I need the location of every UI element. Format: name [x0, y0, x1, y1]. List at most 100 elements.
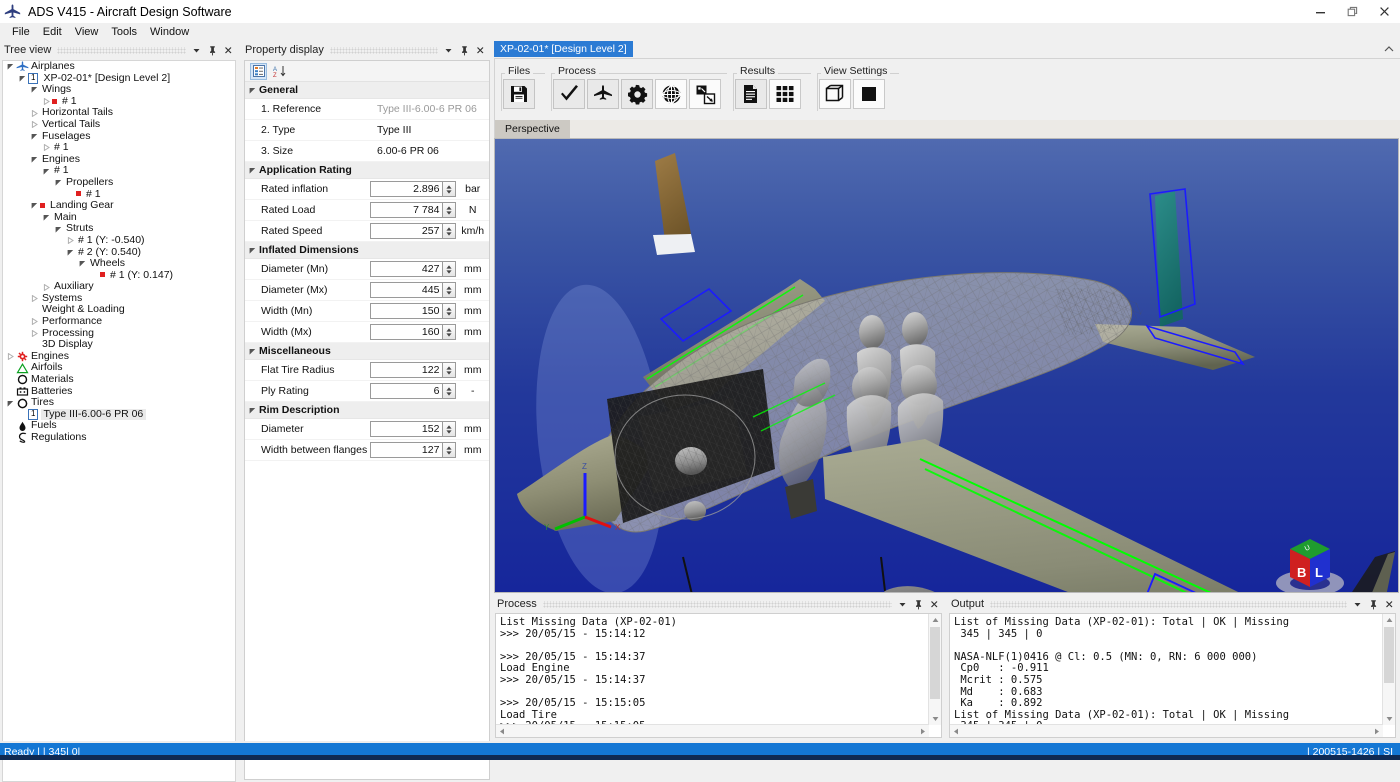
twisty-expanded-icon[interactable]	[31, 131, 40, 142]
twisty-expanded-icon[interactable]	[7, 398, 16, 409]
spinner-buttons[interactable]	[442, 443, 456, 457]
tree-node[interactable]: Engines	[3, 153, 235, 166]
minimize-button[interactable]	[1304, 0, 1336, 23]
twisty-collapsed-icon[interactable]	[43, 282, 52, 293]
property-group-header[interactable]: Inflated Dimensions	[245, 242, 489, 259]
property-spinner-input[interactable]: 122	[370, 362, 457, 378]
tree-node[interactable]: Auxiliary	[3, 281, 235, 293]
mesh-button[interactable]	[655, 79, 687, 109]
twisty-expanded-icon[interactable]	[67, 247, 76, 258]
tree-node[interactable]: Weight & Loading	[3, 304, 235, 316]
chevron-down-icon[interactable]	[192, 45, 201, 56]
property-group-header[interactable]: Miscellaneous	[245, 343, 489, 360]
spinner-buttons[interactable]	[442, 325, 456, 339]
report-button[interactable]	[735, 79, 767, 109]
close-icon[interactable]	[224, 45, 233, 56]
twisty-expanded-icon[interactable]	[7, 61, 16, 72]
tree-node[interactable]: # 1	[3, 95, 235, 108]
tree-node[interactable]: # 1 (Y: -0.540)	[3, 234, 235, 247]
twisty-expanded-icon[interactable]	[55, 224, 64, 235]
tree-node[interactable]: # 1	[3, 165, 235, 177]
close-icon[interactable]	[476, 45, 485, 56]
property-value[interactable]: 6.00-6 PR 06	[375, 145, 439, 157]
twisty-collapsed-icon[interactable]	[31, 328, 40, 339]
pin-icon[interactable]	[1369, 599, 1378, 610]
save-button[interactable]	[503, 79, 535, 109]
output-console[interactable]: List of Missing Data (XP-02-01): Total |…	[949, 613, 1396, 738]
document-tab[interactable]: XP-02-01* [Design Level 2]	[494, 41, 633, 57]
tree-node[interactable]: Fuselages	[3, 130, 235, 143]
property-spinner-input[interactable]: 6	[370, 383, 457, 399]
pin-icon[interactable]	[914, 599, 923, 610]
tree-view-list[interactable]: Airplanes 1 XP-02-01* [Design Level 2] Wing…	[2, 60, 236, 782]
pin-icon[interactable]	[460, 45, 469, 56]
twisty-expanded-icon[interactable]	[245, 167, 259, 174]
tree-node[interactable]: Main	[3, 211, 235, 224]
property-spinner-input[interactable]: 257	[370, 223, 457, 239]
tree-node[interactable]: 1 XP-02-01* [Design Level 2]	[3, 72, 235, 85]
tree-node[interactable]: Performance	[3, 315, 235, 328]
property-group-header[interactable]: Rim Description	[245, 402, 489, 419]
spinner-buttons[interactable]	[442, 283, 456, 297]
twisty-expanded-icon[interactable]	[43, 212, 52, 223]
close-icon[interactable]	[930, 599, 939, 610]
twisty-collapsed-icon[interactable]	[31, 293, 40, 304]
menu-tools[interactable]: Tools	[105, 24, 144, 40]
scroll-up-icon[interactable]	[929, 614, 941, 626]
drag-grip[interactable]	[329, 46, 438, 54]
twisty-expanded-icon[interactable]	[19, 73, 28, 84]
menu-file[interactable]: File	[6, 24, 37, 40]
spinner-buttons[interactable]	[442, 304, 456, 318]
spinner-buttons[interactable]	[442, 182, 456, 196]
restore-button[interactable]	[1336, 0, 1368, 23]
output-vertical-scrollbar[interactable]	[1382, 614, 1395, 725]
tree-node[interactable]: Propellers	[3, 176, 235, 189]
spinner-buttons[interactable]	[442, 203, 456, 217]
tree-node[interactable]: Vertical Tails	[3, 118, 235, 131]
twisty-collapsed-icon[interactable]	[7, 351, 16, 362]
process-console[interactable]: List Missing Data (XP-02-01) >>> 20/05/1…	[495, 613, 942, 738]
tree-node[interactable]: # 1	[3, 188, 235, 201]
property-spinner-input[interactable]: 445	[370, 282, 457, 298]
alphabetical-sort-icon[interactable]: AZ	[272, 64, 287, 79]
menu-edit[interactable]: Edit	[37, 24, 69, 40]
property-group-header[interactable]: General	[245, 82, 489, 99]
twisty-expanded-icon[interactable]	[79, 258, 88, 269]
scroll-left-icon[interactable]	[950, 725, 962, 737]
chevron-down-icon[interactable]	[1353, 599, 1362, 610]
property-value[interactable]: Type III	[375, 124, 411, 136]
tree-node[interactable]: Wheels	[3, 257, 235, 270]
tree-node[interactable]: # 1	[3, 142, 235, 154]
menu-view[interactable]: View	[69, 24, 106, 40]
tab-perspective[interactable]: Perspective	[495, 120, 570, 138]
twisty-expanded-icon[interactable]	[31, 154, 40, 165]
spinner-buttons[interactable]	[442, 363, 456, 377]
property-spinner-input[interactable]: 7 784	[370, 202, 457, 218]
twisty-collapsed-icon[interactable]	[43, 142, 52, 153]
process-horizontal-scrollbar[interactable]	[496, 724, 929, 737]
spinner-buttons[interactable]	[442, 224, 456, 238]
twisty-expanded-icon[interactable]	[31, 200, 40, 211]
property-spinner-input[interactable]: 160	[370, 324, 457, 340]
tree-node[interactable]: Horizontal Tails	[3, 107, 235, 119]
spinner-buttons[interactable]	[442, 422, 456, 436]
tree-node[interactable]: Materials	[3, 373, 235, 386]
scroll-left-icon[interactable]	[496, 725, 508, 737]
scroll-thumb[interactable]	[930, 627, 940, 699]
twisty-expanded-icon[interactable]	[245, 407, 259, 414]
twisty-expanded-icon[interactable]	[55, 177, 64, 188]
property-spinner-input[interactable]: 127	[370, 442, 457, 458]
close-icon[interactable]	[1385, 599, 1394, 610]
tree-node[interactable]: # 1 (Y: 0.147)	[3, 269, 235, 282]
transform-button[interactable]	[689, 79, 721, 109]
background-button[interactable]	[853, 79, 885, 109]
output-horizontal-scrollbar[interactable]	[950, 724, 1383, 737]
tree-node[interactable]: Processing	[3, 327, 235, 340]
property-group-header[interactable]: Application Rating	[245, 162, 489, 179]
validate-button[interactable]	[553, 79, 585, 109]
drag-grip[interactable]	[990, 600, 1347, 608]
property-spinner-input[interactable]: 427	[370, 261, 457, 277]
twisty-expanded-icon[interactable]	[245, 247, 259, 254]
property-spinner-input[interactable]: 152	[370, 421, 457, 437]
drag-grip[interactable]	[542, 600, 892, 608]
